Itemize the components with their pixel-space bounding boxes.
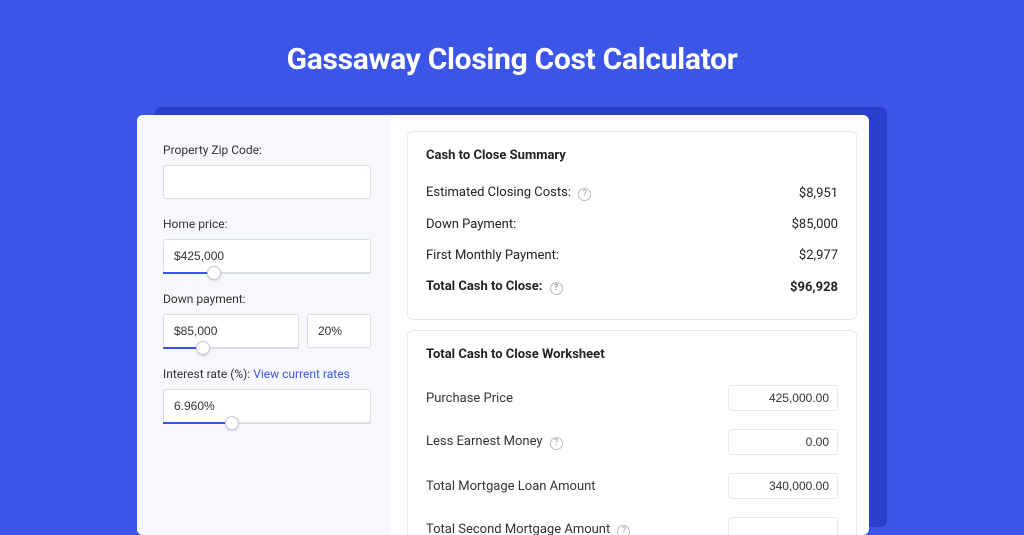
price-slider-fill: [163, 272, 207, 274]
down-slider[interactable]: [163, 347, 299, 349]
rate-label-text: Interest rate (%):: [163, 367, 253, 381]
summary-row-label-text: Estimated Closing Costs:: [426, 185, 571, 200]
rate-slider[interactable]: [163, 422, 371, 424]
worksheet-heading: Total Cash to Close Worksheet: [426, 347, 838, 362]
down-slider-fill: [163, 347, 196, 349]
summary-total-label: Total Cash to Close: ?: [426, 279, 563, 295]
inputs-panel: Property Zip Code: Home price: Down paym…: [137, 115, 391, 535]
worksheet-row-label-text: Total Second Mortgage Amount: [426, 522, 610, 535]
zip-input[interactable]: [163, 165, 371, 199]
worksheet-row-label: Total Mortgage Loan Amount: [426, 479, 596, 494]
summary-row-label: First Monthly Payment:: [426, 248, 559, 263]
worksheet-row-input[interactable]: [728, 517, 838, 535]
summary-row-value: $2,977: [799, 248, 838, 263]
down-percent-input[interactable]: [307, 314, 371, 348]
price-input[interactable]: [163, 239, 371, 273]
info-icon[interactable]: ?: [550, 282, 563, 295]
worksheet-row-label: Purchase Price: [426, 391, 513, 406]
summary-row-label: Down Payment:: [426, 217, 516, 232]
summary-row-label: Estimated Closing Costs: ?: [426, 185, 591, 201]
worksheet-row-input[interactable]: [728, 429, 838, 455]
worksheet-row-label-text: Less Earnest Money: [426, 434, 543, 449]
summary-card: Cash to Close Summary Estimated Closing …: [407, 131, 857, 320]
summary-row: First Monthly Payment: $2,977: [426, 240, 838, 271]
summary-row-value: $8,951: [799, 186, 838, 201]
calculator-frame: Property Zip Code: Home price: Down paym…: [137, 115, 869, 535]
worksheet-row-label: Less Earnest Money ?: [426, 434, 563, 450]
info-icon[interactable]: ?: [550, 437, 563, 450]
results-panel: Cash to Close Summary Estimated Closing …: [391, 115, 869, 535]
worksheet-row: Less Earnest Money ?: [426, 420, 838, 464]
worksheet-row: Total Second Mortgage Amount ?: [426, 508, 838, 535]
down-field: Down payment:: [163, 292, 371, 349]
down-label: Down payment:: [163, 292, 371, 306]
worksheet-row: Purchase Price: [426, 376, 838, 420]
worksheet-row-input[interactable]: [728, 385, 838, 411]
info-icon[interactable]: ?: [617, 525, 630, 535]
rate-slider-fill: [163, 422, 225, 424]
worksheet-row-input[interactable]: [728, 473, 838, 499]
price-slider-thumb[interactable]: [207, 266, 221, 280]
summary-row: Estimated Closing Costs: ? $8,951: [426, 177, 838, 209]
rate-field: Interest rate (%): View current rates: [163, 367, 371, 424]
summary-heading: Cash to Close Summary: [426, 148, 838, 163]
rate-slider-thumb[interactable]: [225, 416, 239, 430]
price-slider[interactable]: [163, 272, 371, 274]
summary-total-row: Total Cash to Close: ? $96,928: [426, 271, 838, 303]
summary-total-label-text: Total Cash to Close:: [426, 279, 542, 294]
rate-input[interactable]: [163, 389, 371, 423]
worksheet-row-label: Total Second Mortgage Amount ?: [426, 522, 630, 535]
down-input[interactable]: [163, 314, 299, 348]
down-slider-thumb[interactable]: [196, 341, 210, 355]
price-field: Home price:: [163, 217, 371, 274]
summary-total-value: $96,928: [790, 280, 838, 295]
page-title: Gassaway Closing Cost Calculator: [0, 0, 1024, 99]
zip-field: Property Zip Code:: [163, 143, 371, 199]
info-icon[interactable]: ?: [578, 188, 591, 201]
summary-row-value: $85,000: [792, 217, 838, 232]
zip-label: Property Zip Code:: [163, 143, 371, 157]
worksheet-card: Total Cash to Close Worksheet Purchase P…: [407, 330, 857, 535]
summary-row: Down Payment: $85,000: [426, 209, 838, 240]
worksheet-row: Total Mortgage Loan Amount: [426, 464, 838, 508]
price-label: Home price:: [163, 217, 371, 231]
view-rates-link[interactable]: View current rates: [253, 367, 350, 381]
rate-label: Interest rate (%): View current rates: [163, 367, 371, 381]
